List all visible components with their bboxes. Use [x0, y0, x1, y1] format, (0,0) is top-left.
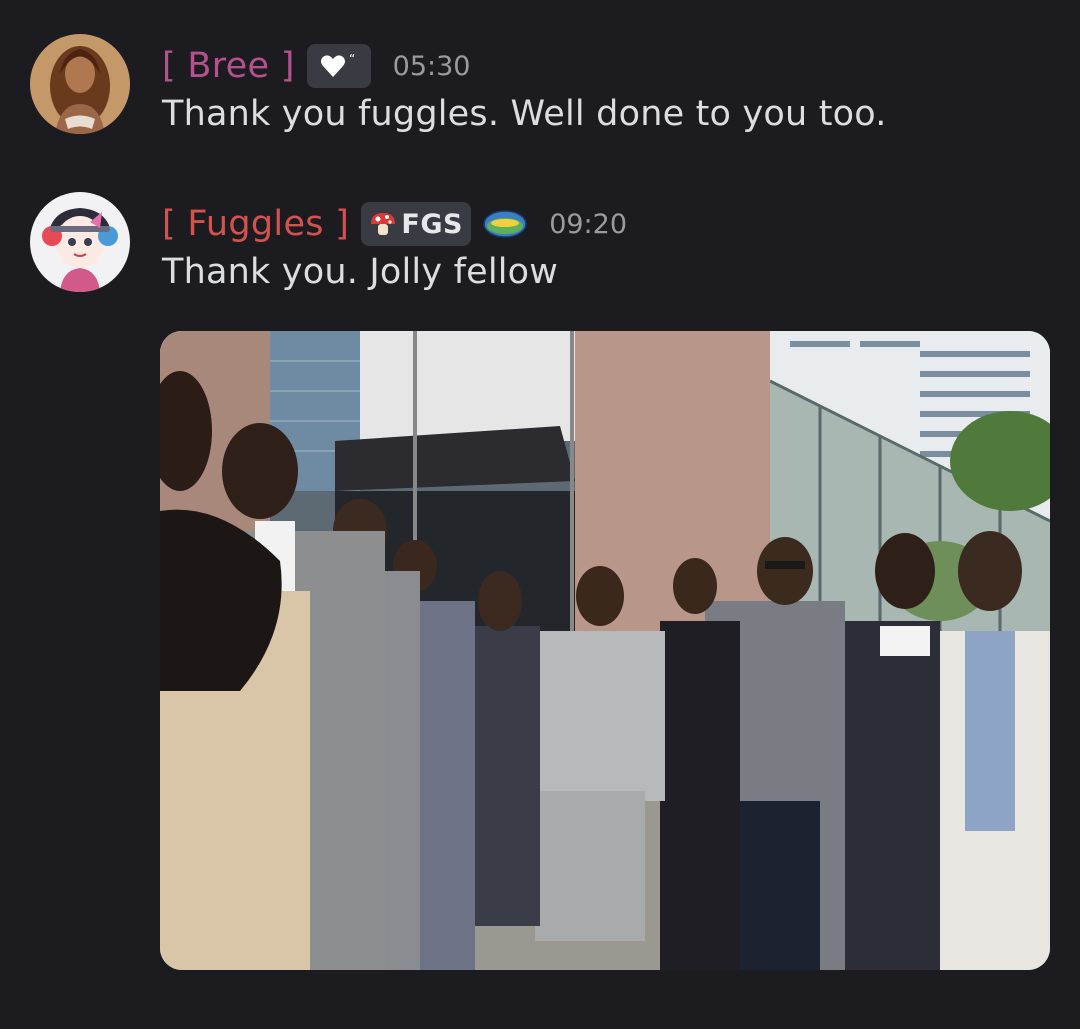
message-header: [ Bree ] “ 05:30 [162, 42, 470, 90]
message-text: Thank you fuggles. Well done to you too. [162, 94, 887, 134]
server-emblem[interactable] [483, 207, 527, 241]
username[interactable]: [ Bree ] [162, 46, 295, 86]
role-badge[interactable]: “ [306, 44, 371, 88]
timestamp[interactable]: 05:30 [393, 51, 471, 82]
server-emblem-icon [483, 210, 527, 238]
timestamp[interactable]: 09:20 [549, 209, 627, 240]
avatar-bree[interactable] [30, 34, 130, 134]
message-text: Thank you. Jolly fellow [162, 252, 559, 292]
attachment-image [160, 331, 1050, 970]
username[interactable]: [ Fuggles ] [162, 204, 349, 244]
chat-log: [ Bree ] “ 05:30 Thank you fuggles. Well… [0, 0, 1080, 1029]
media-attachment[interactable] [160, 331, 1050, 970]
message-header: [ Fuggles ] FGS 09:20 [162, 200, 627, 248]
avatar-fuggles[interactable] [30, 192, 130, 292]
mushroom-icon [371, 213, 396, 235]
server-tag[interactable]: FGS [361, 202, 472, 246]
svg-text:“: “ [349, 52, 355, 66]
heart-quote-icon: “ [320, 52, 355, 77]
server-tag-label: FGS [401, 208, 463, 240]
